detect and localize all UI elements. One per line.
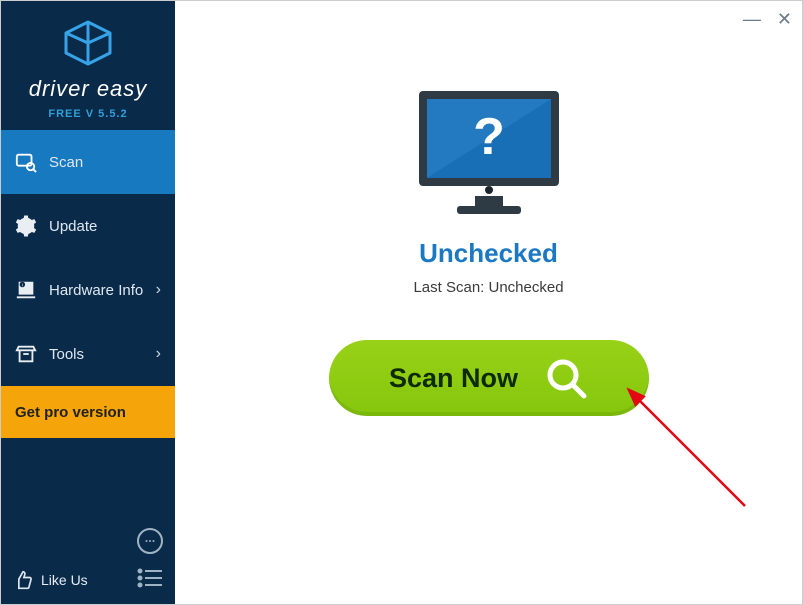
sidebar-item-label: Hardware Info xyxy=(49,282,143,299)
like-us-button[interactable]: Like Us xyxy=(13,570,88,590)
sidebar-item-pro[interactable]: Get pro version xyxy=(1,386,175,438)
feedback-icon[interactable] xyxy=(137,528,163,554)
minimize-button[interactable]: — xyxy=(743,9,761,30)
gear-icon xyxy=(15,215,37,237)
brand-name: driver easy xyxy=(1,76,175,102)
status-title: Unchecked xyxy=(419,238,558,269)
sidebar-item-scan[interactable]: Scan xyxy=(1,130,175,194)
monitor-icon: ? xyxy=(409,86,569,216)
footer-icons xyxy=(137,528,163,588)
hardware-info-icon: i xyxy=(15,279,37,301)
sidebar-item-label: Get pro version xyxy=(15,404,126,421)
sidebar: driver easy FREE V 5.5.2 Scan xyxy=(1,1,175,604)
sidebar-item-update[interactable]: Update xyxy=(1,194,175,258)
app-window: driver easy FREE V 5.5.2 Scan xyxy=(0,0,803,605)
chevron-right-icon: › xyxy=(156,281,161,299)
logo-icon xyxy=(60,19,116,67)
tools-icon xyxy=(15,343,37,365)
brand-version: FREE V 5.5.2 xyxy=(1,108,175,120)
thumbs-up-icon xyxy=(13,570,33,590)
sidebar-item-label: Scan xyxy=(49,154,83,171)
sidebar-item-tools[interactable]: Tools › xyxy=(1,322,175,386)
scan-icon xyxy=(15,151,37,173)
sidebar-item-label: Update xyxy=(49,218,97,235)
sidebar-item-label: Tools xyxy=(49,346,84,363)
window-controls: — ✕ xyxy=(743,9,792,30)
center-content: ? Unchecked Last Scan: Unchecked Scan No… xyxy=(175,86,802,416)
logo-area: driver easy FREE V 5.5.2 xyxy=(1,1,175,130)
menu-list-icon[interactable] xyxy=(137,568,163,588)
nav: Scan Update i Hardware xyxy=(1,130,175,518)
like-us-label: Like Us xyxy=(41,572,88,588)
sidebar-footer: Like Us xyxy=(1,518,175,604)
status-subtitle: Last Scan: Unchecked xyxy=(413,279,563,296)
svg-text:i: i xyxy=(22,282,23,287)
scan-now-label: Scan Now xyxy=(389,363,518,394)
main-panel: — ✕ ? Unchecked Last Scan: Unchecked Sca… xyxy=(175,1,802,604)
scan-now-button[interactable]: Scan Now xyxy=(329,340,649,416)
sidebar-item-hardware-info[interactable]: i Hardware Info › xyxy=(1,258,175,322)
chevron-right-icon: › xyxy=(156,345,161,363)
search-icon xyxy=(544,356,588,400)
svg-text:?: ? xyxy=(473,108,505,166)
close-button[interactable]: ✕ xyxy=(777,9,792,30)
